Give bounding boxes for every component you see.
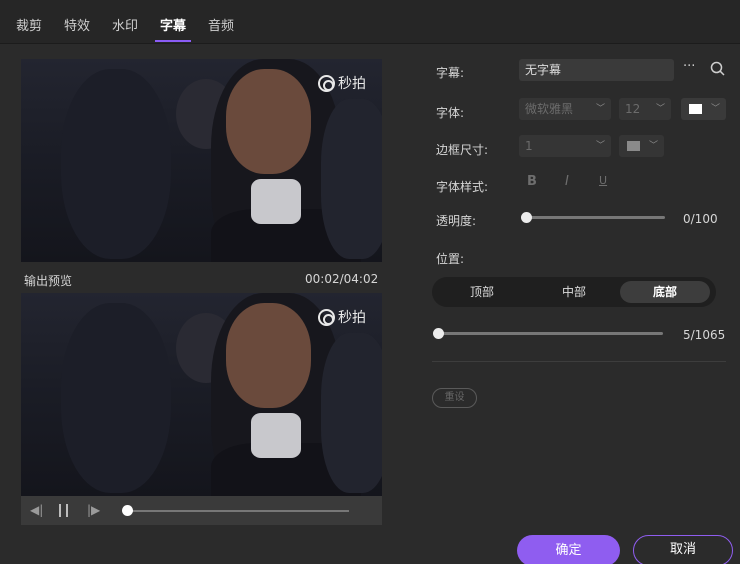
chevron-down-icon: ﹀	[595, 104, 605, 114]
chevron-down-icon: ﹀	[655, 104, 665, 114]
position-middle-option[interactable]: 中部	[528, 281, 620, 303]
font-style-label: 字体样式:	[436, 180, 489, 194]
time-display: 00:02/04:02	[305, 272, 379, 286]
font-size-select[interactable]: 12 ﹀	[619, 98, 671, 120]
chevron-down-icon: ﹀	[648, 141, 658, 151]
tab-audio[interactable]: 音频	[208, 15, 234, 34]
underline-button[interactable]: U	[599, 174, 607, 187]
tab-subtitle[interactable]: 字幕	[160, 15, 186, 34]
tab-watermark[interactable]: 水印	[112, 15, 138, 34]
ellipsis-icon[interactable]: ···	[683, 59, 695, 74]
camera-icon	[318, 308, 335, 326]
color-swatch	[689, 104, 702, 114]
divider	[432, 361, 726, 362]
cancel-button[interactable]: 取消	[633, 535, 733, 564]
watermark-text: 秒拍	[338, 310, 366, 326]
output-preview-video: 秒拍	[21, 293, 382, 496]
player-controls: ◀| |▶	[21, 496, 382, 525]
chevron-down-icon: ﹀	[710, 104, 720, 114]
subtitle-label: 字幕:	[436, 66, 465, 80]
output-preview-label: 输出预览	[24, 274, 73, 288]
frame-slider-track[interactable]	[437, 332, 663, 335]
tab-effects[interactable]: 特效	[64, 15, 90, 34]
subtitle-value: 无字幕	[525, 63, 562, 77]
source-video: 秒拍	[21, 59, 382, 262]
border-size-value: 1	[525, 139, 533, 153]
color-swatch	[627, 141, 640, 151]
font-size-value: 12	[625, 102, 641, 116]
opacity-slider-track[interactable]	[527, 216, 665, 219]
frame-slider-knob[interactable]	[433, 328, 445, 339]
ok-button[interactable]: 确定	[517, 535, 620, 564]
watermark: 秒拍	[318, 307, 366, 327]
seek-track[interactable]	[127, 510, 349, 512]
position-segmented-control: 顶部 中部 底部	[432, 277, 716, 307]
border-size-label: 边框尺寸:	[436, 143, 489, 157]
position-label: 位置:	[436, 252, 465, 266]
position-top-option[interactable]: 顶部	[436, 281, 528, 303]
reset-button[interactable]: 重设	[432, 388, 477, 408]
border-size-select[interactable]: 1 ﹀	[519, 135, 611, 157]
position-bottom-option[interactable]: 底部	[620, 281, 710, 303]
font-label: 字体:	[436, 106, 465, 120]
watermark: 秒拍	[318, 73, 366, 93]
watermark-text: 秒拍	[338, 76, 366, 92]
camera-icon	[318, 74, 335, 92]
font-color-select[interactable]: ﹀	[681, 98, 726, 120]
border-color-select[interactable]: ﹀	[619, 135, 664, 157]
prev-frame-icon[interactable]: ◀|	[30, 503, 43, 517]
active-tab-indicator	[155, 40, 191, 42]
seek-knob[interactable]	[122, 505, 133, 516]
subtitle-select[interactable]: 无字幕	[519, 59, 674, 81]
search-icon[interactable]	[710, 61, 725, 80]
opacity-slider-knob[interactable]	[521, 212, 532, 223]
opacity-value: 0/100	[683, 212, 718, 226]
bold-button[interactable]: B	[527, 174, 537, 189]
tab-crop[interactable]: 裁剪	[16, 15, 42, 34]
next-frame-icon[interactable]: |▶	[87, 503, 100, 517]
pause-icon[interactable]	[59, 504, 69, 517]
frame-value: 5/1065	[683, 328, 726, 342]
font-family-value: 微软雅黑	[525, 102, 574, 116]
chevron-down-icon: ﹀	[595, 141, 605, 151]
opacity-label: 透明度:	[436, 214, 477, 228]
font-family-select[interactable]: 微软雅黑 ﹀	[519, 98, 611, 120]
tab-bar: 裁剪 特效 水印 字幕 音频	[0, 0, 740, 44]
italic-button[interactable]: I	[565, 174, 569, 189]
